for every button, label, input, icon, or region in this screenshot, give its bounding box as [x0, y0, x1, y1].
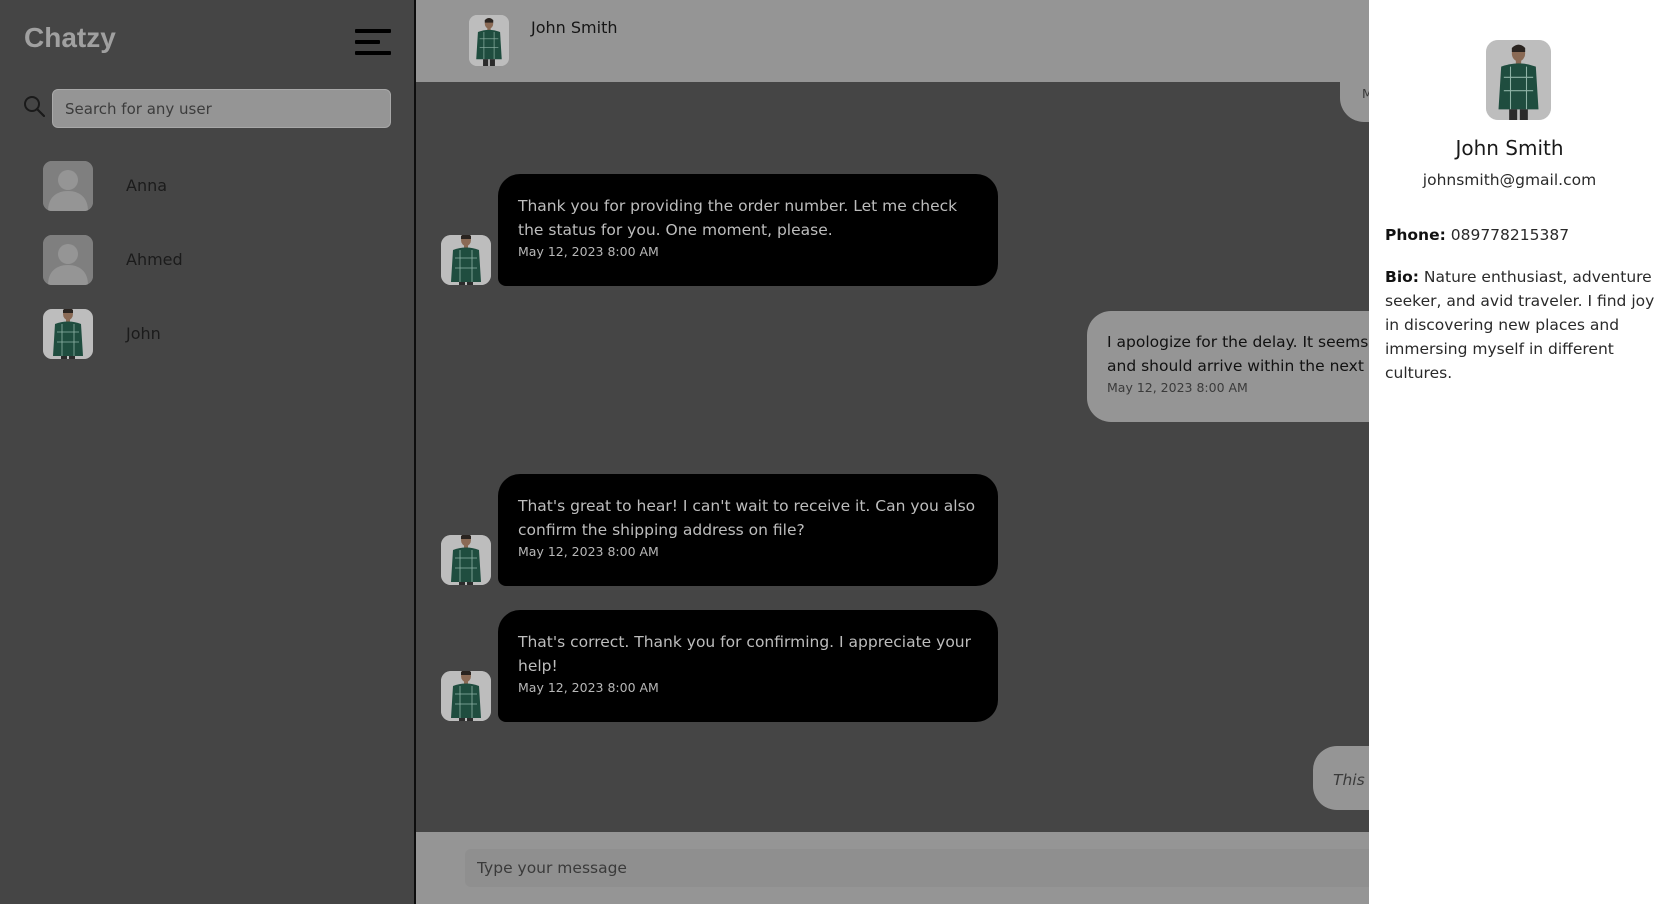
sidebar	[0, 0, 414, 904]
chat-contact-name[interactable]: John Smith	[531, 18, 617, 37]
avatar	[441, 671, 491, 721]
message-bubble-incoming: That's great to hear! I can't wait to re…	[498, 474, 998, 586]
avatar	[441, 235, 491, 285]
user-name: Anna	[126, 176, 168, 195]
message-input[interactable]	[465, 849, 1369, 887]
chat-header	[416, 0, 1369, 82]
phone-label: Phone:	[1385, 226, 1446, 244]
phone-value: 089778215387	[1450, 226, 1570, 244]
profile-email: johnsmith@gmail.com	[1422, 171, 1597, 189]
message-text-line: and should arrive within the next 24	[1107, 357, 1389, 375]
message-timestamp: May 12, 2023 8:00 AM	[518, 544, 659, 559]
user-name: Ahmed	[126, 250, 183, 269]
message-bubble-incoming: That's correct. Thank you for confirming…	[498, 610, 998, 722]
avatar	[43, 309, 93, 359]
user-item-john[interactable]: John	[43, 309, 383, 361]
default-user-icon	[43, 161, 93, 211]
bio-value: Nature enthusiast, adventure seeker, and…	[1385, 268, 1655, 382]
message-timestamp: May 12, 2023 8:00 AM	[518, 244, 659, 259]
search-icon	[24, 96, 45, 117]
message-text: That's great to hear! I can't wait to re…	[518, 497, 976, 539]
bio-label: Bio:	[1385, 268, 1419, 286]
sidebar-divider	[414, 0, 416, 904]
search-input[interactable]	[52, 89, 391, 128]
profile-panel: John Smith johnsmith@gmail.com Phone: 08…	[1369, 0, 1669, 904]
message-timestamp: May 12, 2023 8:00 AM	[1107, 380, 1248, 395]
profile-name: John Smith	[1455, 136, 1564, 160]
message-text: Thank you for providing the order number…	[518, 197, 958, 239]
menu-icon[interactable]	[355, 29, 391, 55]
app-logo: Chatzy	[24, 22, 116, 53]
user-item-ahmed[interactable]: Ahmed	[43, 235, 383, 287]
message-bubble-outgoing: This	[1313, 746, 1373, 810]
user-item-anna[interactable]: Anna	[43, 161, 383, 213]
avatar[interactable]	[469, 15, 509, 66]
profile-phone: Phone: 089778215387	[1385, 226, 1655, 244]
message-text: That's correct. Thank you for confirming…	[518, 633, 971, 675]
message-text: This	[1333, 771, 1365, 789]
profile-bio: Bio: Nature enthusiast, adventure seeker…	[1385, 265, 1657, 385]
message-timestamp: May 12, 2023 8:00 AM	[518, 680, 659, 695]
message-bubble-outgoing: I apologize for the delay. It seems yo a…	[1087, 311, 1392, 422]
avatar	[441, 535, 491, 585]
message-text-line: I apologize for the delay. It seems yo	[1107, 333, 1392, 351]
avatar	[1486, 40, 1551, 120]
message-bubble-incoming: Thank you for providing the order number…	[498, 174, 998, 286]
user-name: John	[126, 324, 161, 343]
default-user-icon	[43, 235, 93, 285]
